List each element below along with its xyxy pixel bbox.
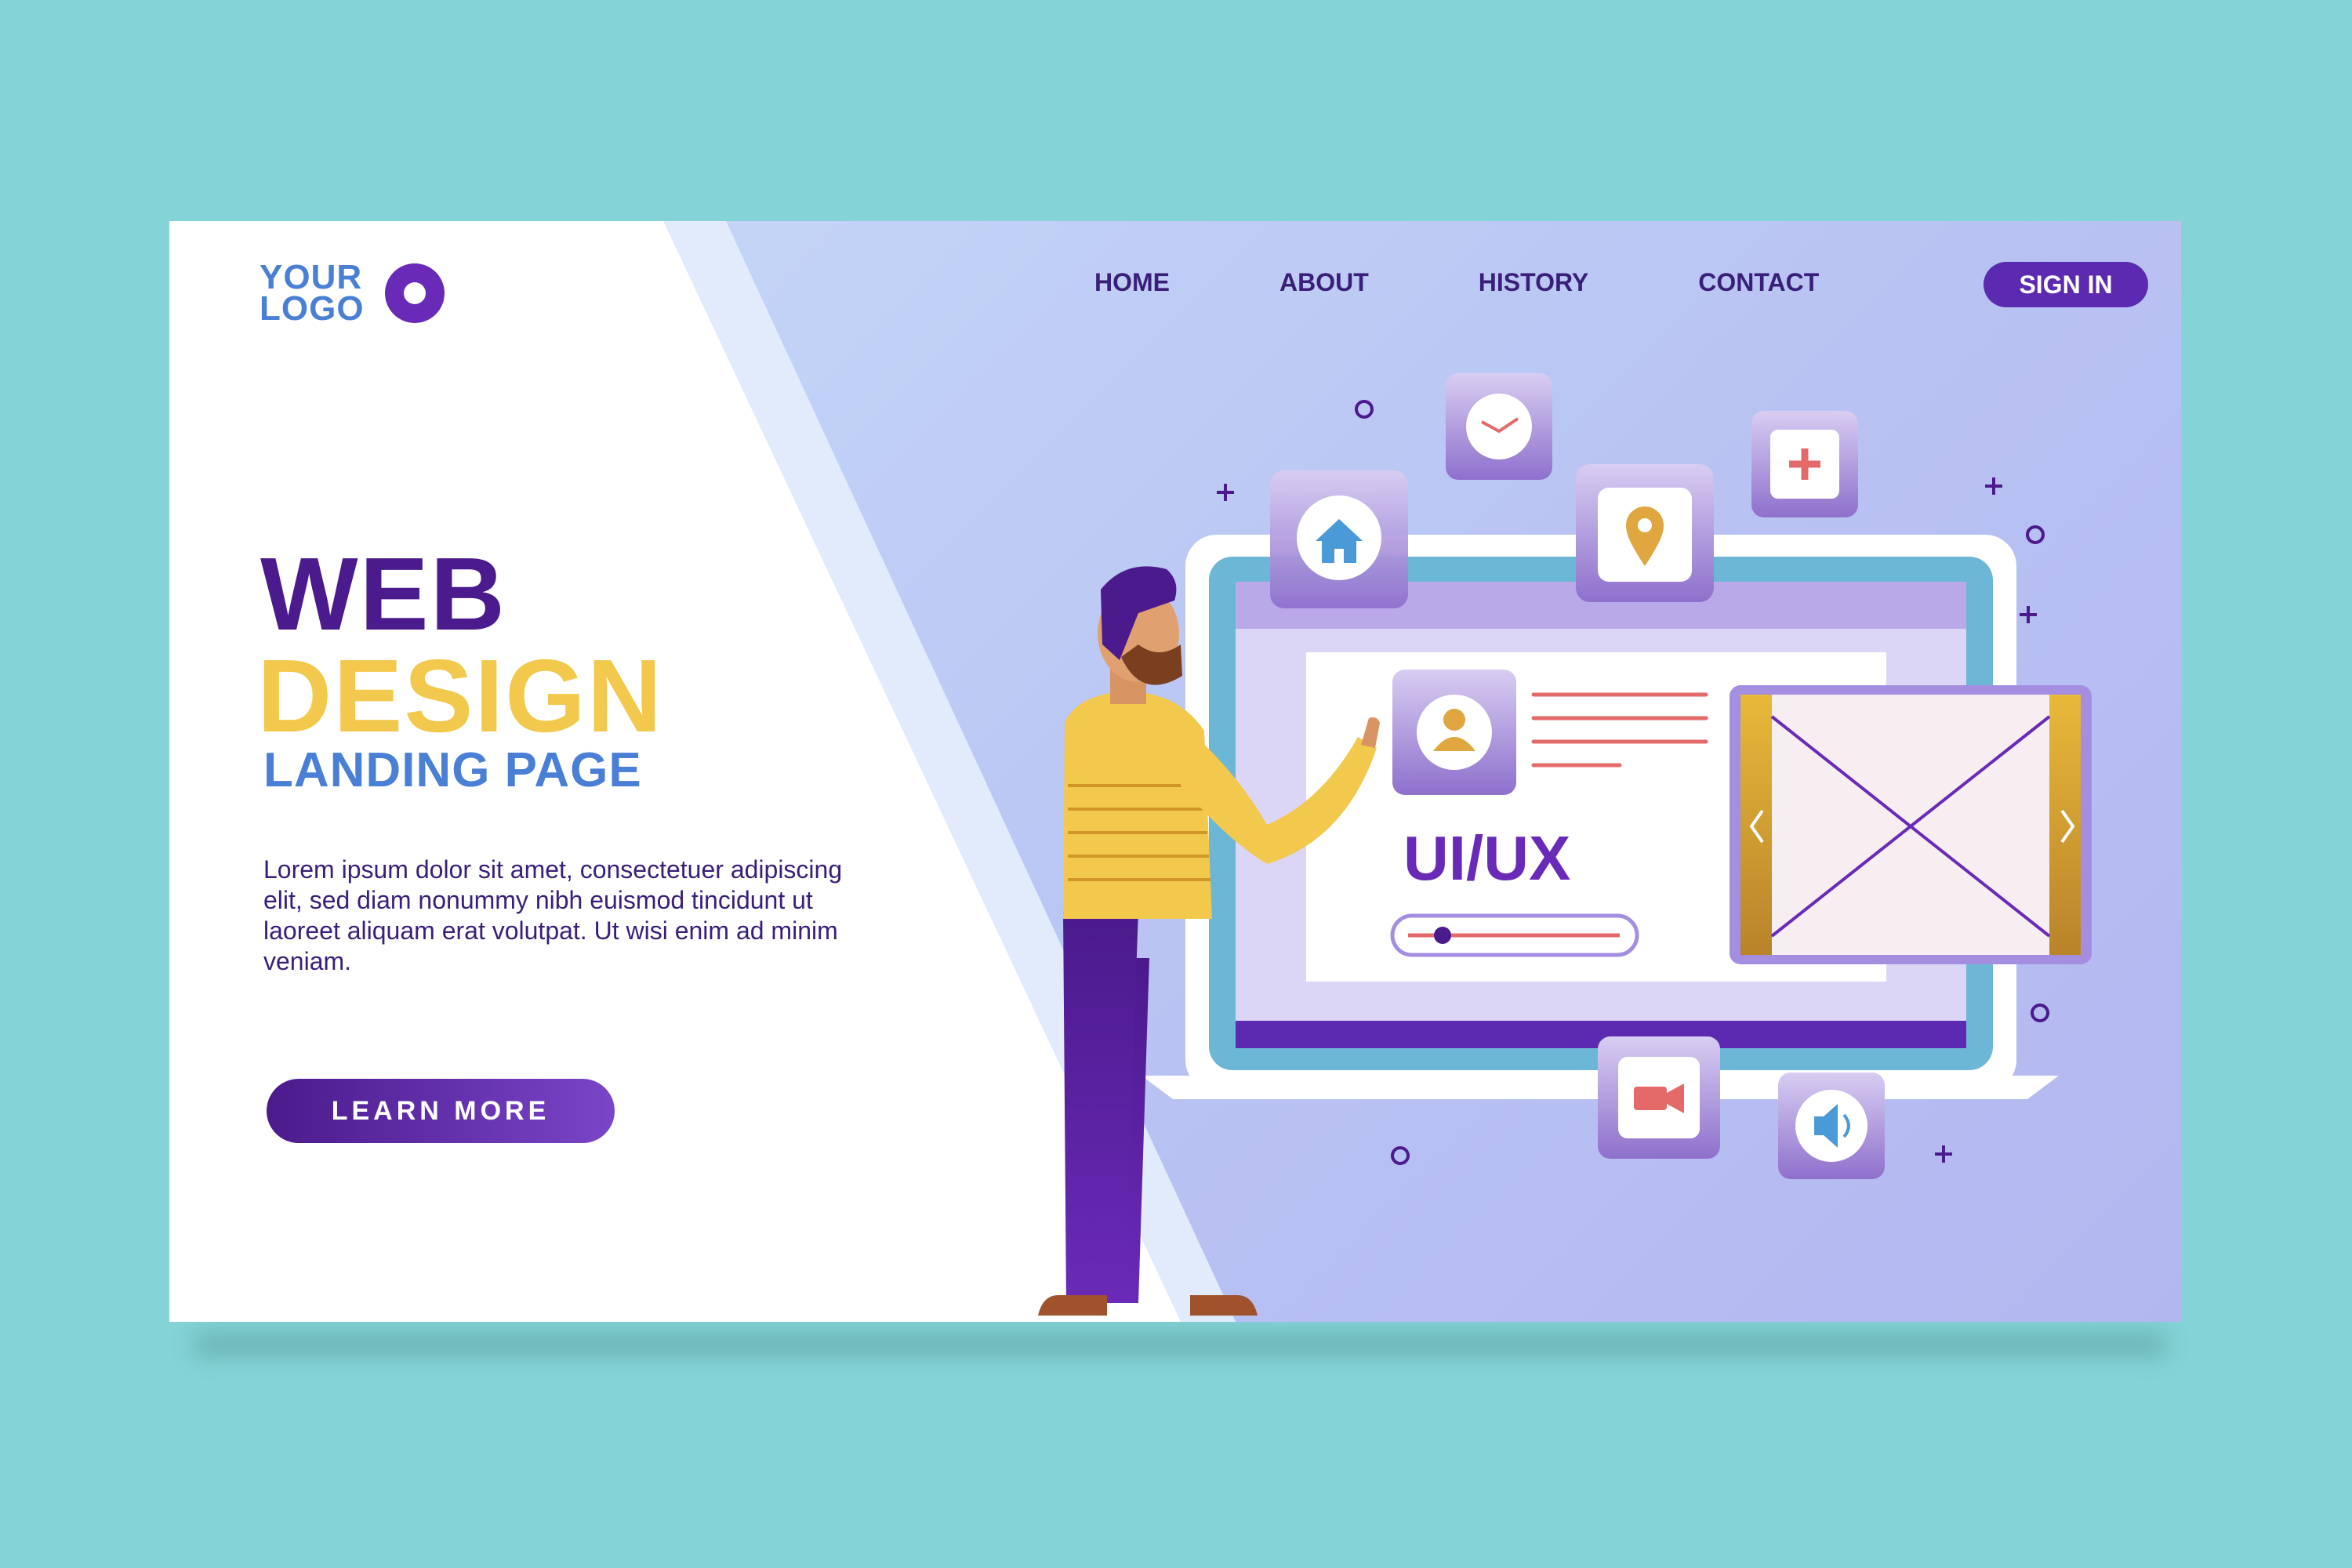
screen-label: UI/UX: [1403, 823, 1570, 893]
image-placeholder-panel: [1730, 685, 2092, 964]
video-tile[interactable]: [1598, 1036, 1720, 1159]
card-shadow: [192, 1333, 2168, 1356]
slider-handle: [1434, 927, 1451, 944]
speaker-tile[interactable]: [1778, 1073, 1885, 1179]
video-icon: [1634, 1083, 1684, 1113]
clock-tile[interactable]: [1446, 373, 1552, 480]
home-tile[interactable]: [1270, 470, 1408, 608]
add-tile[interactable]: [1751, 411, 1858, 517]
illustration: UI/UX: [1038, 373, 2092, 1316]
location-tile[interactable]: [1576, 464, 1714, 602]
landing-page-card: YOUR LOGO HOME ABOUT HISTORY CONTACT SIG…: [169, 221, 2181, 1322]
